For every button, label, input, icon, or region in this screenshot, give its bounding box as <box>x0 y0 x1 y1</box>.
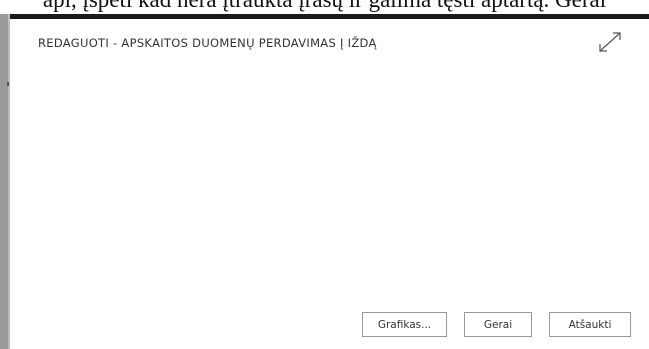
page: api, įspėti kad nėra įtraukta įrašų ir g… <box>0 0 649 349</box>
left-edge-marker <box>7 82 9 86</box>
window-left-border <box>0 14 10 349</box>
expand-icon <box>596 29 624 55</box>
host-page-clipped-text: api, įspėti kad nėra įtraukta įrašų ir g… <box>0 0 649 13</box>
expand-button[interactable] <box>596 29 624 55</box>
cancel-button[interactable]: Atšaukti <box>549 312 631 337</box>
dialog-title: REDAGUOTI - APSKAITOS DUOMENŲ PERDAVIMAS… <box>38 36 377 50</box>
graph-button[interactable]: Grafikas... <box>362 312 447 337</box>
ok-button[interactable]: Gerai <box>464 312 532 337</box>
dialog-footer: Grafikas... Gerai Atšaukti <box>362 312 631 337</box>
host-page-strip: api, įspėti kad nėra įtraukta įrašų ir g… <box>0 0 649 14</box>
edit-dialog: REDAGUOTI - APSKAITOS DUOMENŲ PERDAVIMAS… <box>10 19 649 349</box>
